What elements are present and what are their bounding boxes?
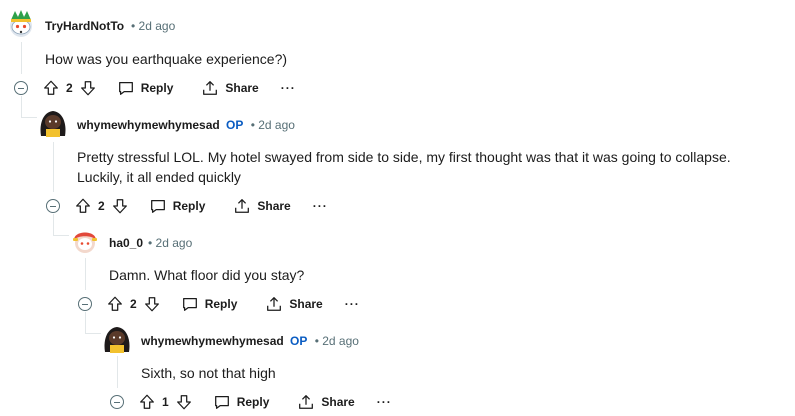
- share-icon: [233, 197, 251, 215]
- share-label: Share: [225, 81, 259, 95]
- comment-timestamp[interactable]: 2d ago: [258, 118, 295, 132]
- comment-body: Damn. What floor did you stay?: [109, 265, 304, 285]
- comment-timestamp[interactable]: 2d ago: [139, 19, 176, 33]
- meta-separator: •: [314, 334, 319, 348]
- comment-bubble-icon: [213, 393, 231, 411]
- more-options-icon[interactable]: ···: [377, 395, 392, 409]
- comment-author[interactable]: whymewhymewhymesad: [141, 334, 284, 348]
- comment-text-line: How was you earthquake experience?): [45, 51, 288, 67]
- comment-timestamp[interactable]: 2d ago: [156, 236, 193, 250]
- comment-action-bar: 2 Reply Share ···: [78, 292, 360, 316]
- thread-line: [85, 258, 86, 290]
- reply-label: Reply: [236, 395, 270, 409]
- comment-meta: OP • 2d ago: [226, 118, 295, 132]
- reply-label: Reply: [140, 81, 174, 95]
- comment-bubble-icon: [149, 197, 167, 215]
- comment-meta: • 2d ago: [131, 19, 175, 33]
- downvote-icon[interactable]: [175, 393, 193, 411]
- reply-label: Reply: [204, 297, 238, 311]
- comment-author[interactable]: TryHardNotTo: [45, 19, 124, 33]
- meta-separator: •: [131, 19, 136, 33]
- comment-body: Sixth, so not that high: [141, 363, 276, 383]
- share-button[interactable]: Share: [297, 393, 355, 411]
- comment-body: How was you earthquake experience?): [45, 49, 287, 69]
- vote-score: 2: [98, 199, 105, 213]
- comment-timestamp[interactable]: 2d ago: [322, 334, 359, 348]
- thread-connector: [21, 117, 37, 118]
- comment-bubble-icon: [117, 79, 135, 97]
- comment-action-bar: 2 Reply Share ···: [46, 194, 328, 218]
- comment-bubble-icon: [181, 295, 199, 313]
- snoo-avatar-green-hat-icon[interactable]: [5, 8, 37, 40]
- comment-author[interactable]: ha0_0: [109, 236, 143, 250]
- collapse-thread-button[interactable]: [14, 81, 28, 95]
- thread-line: [53, 142, 54, 192]
- more-options-icon[interactable]: ···: [281, 81, 296, 95]
- share-button[interactable]: Share: [265, 295, 323, 313]
- meta-separator: •: [148, 236, 153, 250]
- vote-score: 1: [162, 395, 169, 409]
- collapse-thread-button[interactable]: [78, 297, 92, 311]
- share-icon: [265, 295, 283, 313]
- comment-author[interactable]: whymewhymewhymesad: [77, 118, 220, 132]
- reply-button[interactable]: Reply: [149, 197, 206, 215]
- op-badge: OP: [226, 118, 244, 132]
- reply-label: Reply: [172, 199, 206, 213]
- upvote-icon[interactable]: [106, 295, 124, 313]
- more-options-icon[interactable]: ···: [345, 297, 360, 311]
- snoo-avatar-red-hair-icon[interactable]: [69, 224, 101, 256]
- snoo-avatar-dark-hair-icon[interactable]: [101, 322, 133, 354]
- downvote-icon[interactable]: [111, 197, 129, 215]
- comment-text-line: Luckily, it all ended quickly: [77, 169, 241, 185]
- share-button[interactable]: Share: [201, 79, 259, 97]
- upvote-icon[interactable]: [138, 393, 156, 411]
- downvote-icon[interactable]: [79, 79, 97, 97]
- comment-meta: • 2d ago: [148, 236, 192, 250]
- snoo-avatar-dark-hair-icon[interactable]: [37, 106, 69, 138]
- comment-meta: OP • 2d ago: [290, 334, 359, 348]
- collapse-thread-button[interactable]: [110, 395, 124, 409]
- reply-button[interactable]: Reply: [181, 295, 238, 313]
- share-icon: [201, 79, 219, 97]
- op-badge: OP: [290, 334, 308, 348]
- thread-line: [117, 356, 118, 388]
- thread-connector: [85, 333, 101, 334]
- thread-line: [21, 42, 22, 74]
- comment-action-bar: 1 Reply Share ···: [110, 390, 392, 414]
- comment-body: Pretty stressful LOL. My hotel swayed fr…: [77, 147, 731, 187]
- share-icon: [297, 393, 315, 411]
- share-label: Share: [257, 199, 291, 213]
- meta-separator: •: [250, 118, 255, 132]
- comment-text-line: Sixth, so not that high: [141, 365, 276, 381]
- comment-text-line: Pretty stressful LOL. My hotel swayed fr…: [77, 149, 731, 165]
- vote-score: 2: [130, 297, 137, 311]
- upvote-icon[interactable]: [74, 197, 92, 215]
- thread-connector: [53, 235, 69, 236]
- share-label: Share: [321, 395, 355, 409]
- upvote-icon[interactable]: [42, 79, 60, 97]
- more-options-icon[interactable]: ···: [313, 199, 328, 213]
- reply-button[interactable]: Reply: [117, 79, 174, 97]
- comment-action-bar: 2 Reply Share ···: [14, 76, 296, 100]
- reply-button[interactable]: Reply: [213, 393, 270, 411]
- share-button[interactable]: Share: [233, 197, 291, 215]
- downvote-icon[interactable]: [143, 295, 161, 313]
- share-label: Share: [289, 297, 323, 311]
- collapse-thread-button[interactable]: [46, 199, 60, 213]
- comment-text-line: Damn. What floor did you stay?: [109, 267, 305, 283]
- vote-score: 2: [66, 81, 73, 95]
